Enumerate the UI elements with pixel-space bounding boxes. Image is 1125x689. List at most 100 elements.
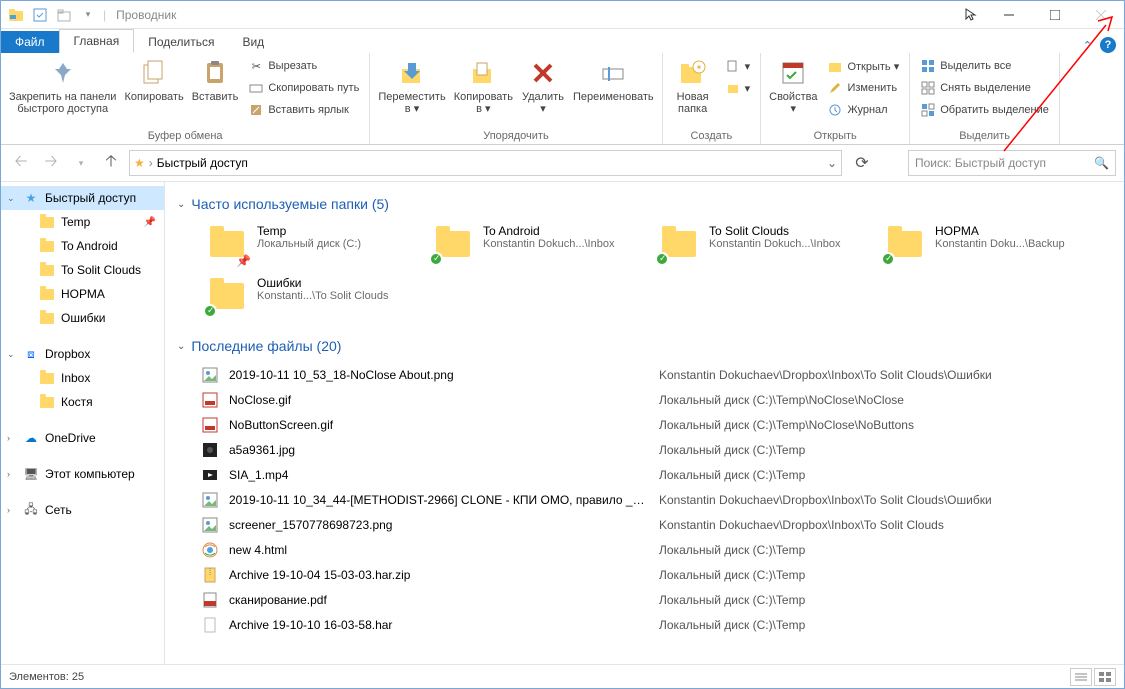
folder-item[interactable]: To Solit CloudsKonstantin Dokuch...\Inbo…: [653, 220, 871, 268]
section-recent-files[interactable]: ⌄ Последние файлы (20): [177, 338, 1112, 354]
newfolder-icon: ✶: [677, 57, 709, 89]
folder-item[interactable]: 📌TempЛокальный диск (C:): [201, 220, 419, 268]
folder-icon: [39, 238, 55, 254]
file-row[interactable]: new 4.htmlЛокальный диск (C:)\Temp: [201, 537, 1112, 562]
ribbon-collapse-icon[interactable]: ⌃: [1083, 39, 1092, 52]
moveto-button[interactable]: Переместить в ▾: [376, 55, 447, 117]
file-icon: [201, 541, 219, 559]
star-icon: ★: [23, 190, 39, 206]
nav-onedrive[interactable]: › ☁ OneDrive: [1, 426, 164, 450]
chevron-down-icon[interactable]: ⌄: [7, 193, 15, 204]
address-dropdown-icon[interactable]: ⌄: [827, 156, 837, 170]
minimize-button[interactable]: [986, 1, 1032, 29]
chevron-down-icon[interactable]: ⌄: [7, 349, 15, 360]
folder-item[interactable]: To AndroidKonstantin Dokuch...\Inbox: [427, 220, 645, 268]
chevron-right-icon[interactable]: ›: [7, 469, 10, 479]
qat-properties-icon[interactable]: [29, 4, 51, 26]
pastelink-button[interactable]: Вставить ярлык: [244, 99, 363, 121]
ribbon-group-clipboard: Закрепить на панели быстрого доступа Коп…: [1, 53, 370, 144]
nav-dropbox-item[interactable]: Костя: [1, 390, 164, 414]
invertselect-button[interactable]: Обратить выделение: [916, 99, 1053, 121]
history-button[interactable]: Журнал: [823, 99, 903, 121]
newitem-button[interactable]: ▾: [721, 55, 755, 77]
rename-button[interactable]: Переименовать: [571, 55, 656, 105]
copyto-button[interactable]: Копировать в ▾: [452, 55, 515, 117]
file-row[interactable]: Archive 19-10-04 15-03-03.har.zipЛокальн…: [201, 562, 1112, 587]
nav-quick-item[interactable]: НОРМА: [1, 282, 164, 306]
tab-view[interactable]: Вид: [228, 31, 278, 53]
copy-button[interactable]: Копировать: [122, 55, 185, 105]
nav-back-button[interactable]: 🡠: [9, 151, 33, 175]
selectnone-icon: [920, 80, 936, 96]
rename-icon: [597, 57, 629, 89]
selectall-button[interactable]: Выделить все: [916, 55, 1053, 77]
cut-button[interactable]: ✂Вырезать: [244, 55, 363, 77]
scissors-icon: ✂: [248, 58, 264, 74]
file-row[interactable]: screener_1570778698723.pngKonstantin Dok…: [201, 512, 1112, 537]
selectnone-button[interactable]: Снять выделение: [916, 77, 1053, 99]
nav-dropbox[interactable]: ⌄ ⧈ Dropbox: [1, 342, 164, 366]
nav-quick-item[interactable]: To Solit Clouds: [1, 258, 164, 282]
pin-quickaccess-button[interactable]: Закрепить на панели быстрого доступа: [7, 55, 118, 117]
nav-forward-button[interactable]: 🡢: [39, 151, 63, 175]
folder-item[interactable]: ОшибкиKonstanti...\To Solit Clouds: [201, 272, 419, 320]
search-input[interactable]: Поиск: Быстрый доступ 🔍: [908, 150, 1116, 176]
nav-quick-item[interactable]: Ошибки: [1, 306, 164, 330]
file-row[interactable]: a5a9361.jpgЛокальный диск (C:)\Temp: [201, 437, 1112, 462]
edit-button[interactable]: Изменить: [823, 77, 903, 99]
nav-quick-item[interactable]: To Android: [1, 234, 164, 258]
file-row[interactable]: 2019-10-11 10_34_44-[METHODIST-2966] CLO…: [201, 487, 1112, 512]
file-row[interactable]: SIA_1.mp4Локальный диск (C:)\Temp: [201, 462, 1112, 487]
nav-network[interactable]: › 🖧 Сеть: [1, 498, 164, 522]
nav-quick-item[interactable]: Temp📌: [1, 210, 164, 234]
file-icon: [201, 366, 219, 384]
cursor-icon: [964, 8, 978, 22]
breadcrumb[interactable]: Быстрый доступ: [157, 156, 248, 170]
nav-thispc[interactable]: › 🖥 Этот компьютер: [1, 462, 164, 486]
file-row[interactable]: NoClose.gifЛокальный диск (C:)\Temp\NoCl…: [201, 387, 1112, 412]
folder-icon: [39, 310, 55, 326]
nav-dropbox-item[interactable]: Inbox: [1, 366, 164, 390]
refresh-button[interactable]: ⟳: [850, 151, 874, 175]
tab-file[interactable]: Файл: [1, 31, 59, 53]
easyaccess-button[interactable]: ▾: [721, 77, 755, 99]
file-row[interactable]: сканирование.pdfЛокальный диск (C:)\Temp: [201, 587, 1112, 612]
file-row[interactable]: 2019-10-11 10_53_18-NoClose About.pngKon…: [201, 362, 1112, 387]
folder-item[interactable]: НОРМАKonstantin Doku...\Backup: [879, 220, 1097, 268]
close-button[interactable]: [1078, 1, 1124, 29]
section-frequent-folders[interactable]: ⌄ Часто используемые папки (5): [177, 196, 1112, 212]
file-row[interactable]: Archive 19-10-10 16-03-58.harЛокальный д…: [201, 612, 1112, 637]
open-button[interactable]: Открыть ▾: [823, 55, 903, 77]
view-icons-button[interactable]: [1094, 668, 1116, 686]
chevron-right-icon[interactable]: ›: [7, 433, 10, 443]
newfolder-button[interactable]: ✶Новая папка: [669, 55, 717, 117]
window-controls: [964, 1, 1124, 29]
address-bar[interactable]: ★ › Быстрый доступ ⌄: [129, 150, 842, 176]
tab-share[interactable]: Поделиться: [134, 31, 228, 53]
pc-icon: 🖥: [23, 466, 39, 482]
statusbar: Элементов: 25: [1, 664, 1124, 688]
copypath-button[interactable]: Скопировать путь: [244, 77, 363, 99]
nav-up-button[interactable]: 🡡: [99, 151, 123, 175]
chevron-down-icon[interactable]: ⌄: [177, 341, 185, 352]
file-icon: [201, 416, 219, 434]
search-icon: 🔍: [1094, 156, 1109, 170]
qat-dropdown-icon[interactable]: ▾: [77, 4, 99, 26]
tab-home[interactable]: Главная: [59, 29, 135, 53]
paste-button[interactable]: Вставить: [190, 55, 241, 105]
view-details-button[interactable]: [1070, 668, 1092, 686]
nav-quick-access[interactable]: ⌄ ★ Быстрый доступ: [1, 186, 164, 210]
newitem-icon: [725, 58, 741, 74]
maximize-button[interactable]: [1032, 1, 1078, 29]
qat-newfolder-icon[interactable]: [53, 4, 75, 26]
delete-button[interactable]: Удалить ▾: [519, 55, 567, 117]
file-row[interactable]: NoButtonScreen.gifЛокальный диск (C:)\Te…: [201, 412, 1112, 437]
chevron-right-icon[interactable]: ›: [7, 505, 10, 515]
folder-icon: [657, 224, 701, 264]
ribbon-group-select: Выделить все Снять выделение Обратить вы…: [910, 53, 1060, 144]
nav-recent-button[interactable]: ▾: [69, 151, 93, 175]
chevron-down-icon[interactable]: ⌄: [177, 199, 185, 210]
properties-button[interactable]: Свойства ▾: [767, 55, 819, 117]
sync-badge-icon: [881, 252, 895, 266]
help-icon[interactable]: ?: [1100, 37, 1116, 53]
